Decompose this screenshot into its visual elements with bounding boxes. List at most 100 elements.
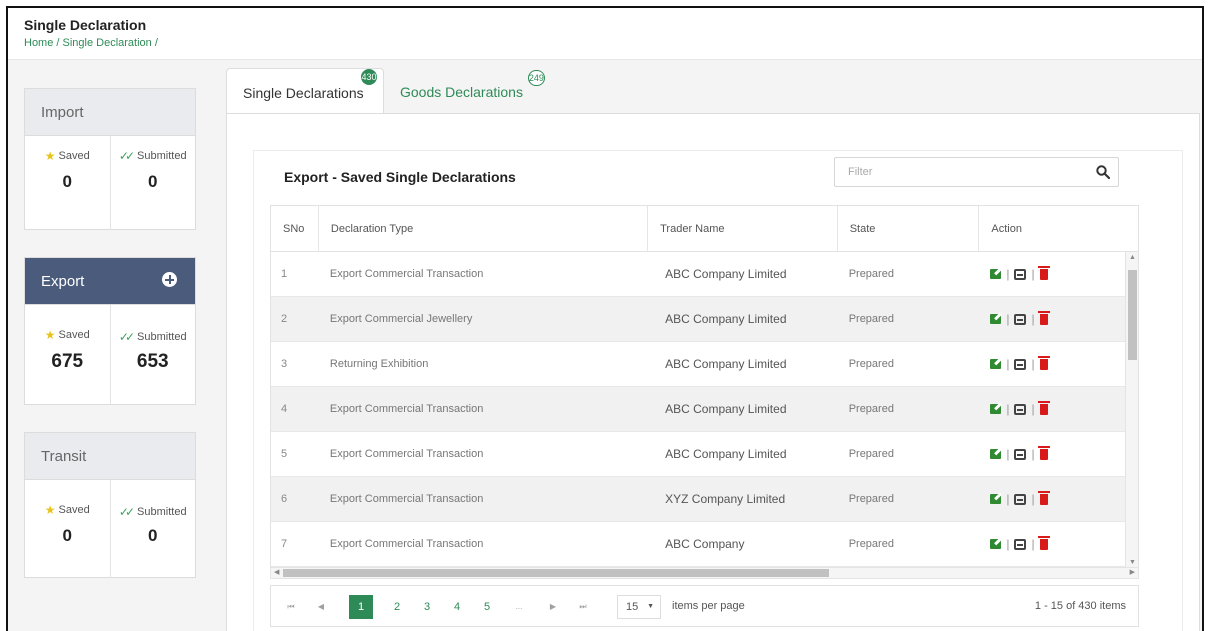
transit-saved[interactable]: ★ Saved 0 — [25, 480, 110, 578]
table-row[interactable]: 4 Export Commercial Transaction ABC Comp… — [271, 387, 1138, 432]
edit-icon[interactable] — [990, 404, 1002, 414]
edit-icon[interactable] — [990, 449, 1002, 459]
scroll-up-icon[interactable]: ▲ — [1129, 254, 1136, 261]
transit-card-header[interactable]: Transit — [25, 433, 195, 480]
page-button-more[interactable]: ... — [507, 595, 531, 619]
import-saved[interactable]: ★ Saved 0 — [25, 136, 110, 230]
horizontal-scrollbar[interactable]: ◀ ▶ — [270, 567, 1139, 579]
cell-trader-name: ABC Company Limited — [665, 312, 787, 326]
edit-icon[interactable] — [990, 539, 1002, 549]
table-row[interactable]: 5 Export Commercial Transaction ABC Comp… — [271, 432, 1138, 477]
breadcrumb[interactable]: Home / Single Declaration / — [24, 37, 158, 49]
table-row[interactable]: 3 Returning Exhibition ABC Company Limit… — [271, 342, 1138, 387]
horizontal-scroll-thumb[interactable] — [283, 569, 829, 577]
transit-card: Transit ★ Saved 0 ✓✓ Submitted 0 — [24, 432, 196, 578]
column-header-sno[interactable]: SNo — [271, 206, 318, 251]
scroll-right-icon[interactable]: ▶ — [1130, 568, 1135, 576]
action-separator: | — [1031, 447, 1035, 461]
delete-icon[interactable] — [1037, 535, 1050, 550]
page-size-select[interactable]: 15 ▼ — [617, 595, 661, 619]
delete-icon[interactable] — [1037, 355, 1050, 370]
search-icon[interactable] — [1096, 165, 1110, 179]
export-submitted[interactable]: ✓✓ Submitted 653 — [109, 305, 196, 405]
cell-declaration-type: Export Commercial Jewellery — [329, 313, 473, 325]
section-title: Export - Saved Single Declarations — [284, 169, 516, 185]
edit-icon[interactable] — [990, 494, 1002, 504]
page-button-2[interactable]: 2 — [385, 595, 409, 619]
print-icon[interactable] — [1014, 403, 1027, 415]
delete-icon[interactable] — [1037, 445, 1050, 460]
export-saved[interactable]: ★ Saved 675 — [25, 305, 110, 405]
submitted-label: Submitted — [137, 331, 187, 343]
page-button-4[interactable]: 4 — [445, 595, 469, 619]
column-header-trader-name[interactable]: Trader Name — [647, 206, 837, 251]
page-header: Single Declaration Home / Single Declara… — [8, 8, 1202, 60]
cell-sno: 4 — [281, 403, 288, 415]
table-row[interactable]: 1 Export Commercial Transaction ABC Comp… — [271, 252, 1138, 297]
pager-range-info: 1 - 15 of 430 items — [1034, 600, 1126, 612]
edit-icon[interactable] — [990, 269, 1002, 279]
action-separator: | — [1006, 312, 1010, 326]
import-card: Import ★ Saved 0 ✓✓ Submitted 0 — [24, 88, 196, 230]
print-icon[interactable] — [1014, 268, 1027, 280]
cell-trader-name: ABC Company Limited — [665, 267, 787, 281]
export-saved-count: 675 — [51, 351, 84, 372]
tab-bar: Single Declarations 430 Goods Declaratio… — [226, 68, 1202, 114]
cell-state: Prepared — [848, 448, 894, 460]
page-button-1[interactable]: 1 — [349, 595, 373, 619]
import-card-header[interactable]: Import — [25, 89, 195, 136]
column-header-state[interactable]: State — [836, 206, 979, 251]
print-icon[interactable] — [1014, 358, 1027, 370]
action-separator: | — [1031, 402, 1035, 416]
scroll-down-icon[interactable]: ▼ — [1129, 559, 1136, 566]
action-separator: | — [1006, 402, 1010, 416]
page-title: Single Declaration — [24, 17, 147, 33]
delete-icon[interactable] — [1037, 490, 1050, 505]
table-row[interactable]: 6 Export Commercial Transaction XYZ Comp… — [271, 477, 1138, 522]
tab-goods-declarations[interactable]: Goods Declarations 249 — [384, 68, 545, 114]
print-icon[interactable] — [1014, 538, 1027, 550]
table-header: SNo Declaration Type Trader Name State A… — [271, 206, 1138, 252]
print-icon[interactable] — [1014, 448, 1027, 460]
delete-icon[interactable] — [1037, 265, 1050, 280]
table-row[interactable]: 7 Export Commercial Transaction ABC Comp… — [271, 522, 1138, 567]
cell-actions: | | — [978, 432, 1138, 476]
cell-actions: | | — [978, 387, 1138, 431]
scroll-left-icon[interactable]: ◀ — [274, 568, 279, 576]
cell-actions: | | — [978, 522, 1138, 566]
tab-label: Single Declarations — [243, 85, 364, 101]
cell-trader-name: ABC Company — [665, 537, 745, 551]
delete-icon[interactable] — [1037, 400, 1050, 415]
tab-single-declarations[interactable]: Single Declarations 430 — [226, 68, 384, 114]
cell-actions: | | — [978, 477, 1138, 521]
edit-icon[interactable] — [990, 359, 1002, 369]
last-page-icon[interactable]: ⏭ — [571, 595, 595, 619]
prev-page-icon[interactable]: ◀ — [309, 595, 333, 619]
add-circle-icon[interactable] — [162, 272, 177, 287]
cell-state: Prepared — [848, 358, 894, 370]
edit-icon[interactable] — [990, 314, 1002, 324]
table-row[interactable]: 2 Export Commercial Jewellery ABC Compan… — [271, 297, 1138, 342]
print-icon[interactable] — [1014, 493, 1027, 505]
first-page-icon[interactable]: ⏮ — [279, 595, 303, 619]
tab-label: Goods Declarations — [400, 84, 523, 100]
transit-submitted[interactable]: ✓✓ Submitted 0 — [109, 480, 196, 578]
page-button-5[interactable]: 5 — [475, 595, 499, 619]
import-title: Import — [41, 104, 84, 121]
filter-input[interactable] — [835, 158, 1075, 186]
cell-state: Prepared — [848, 493, 894, 505]
column-header-declaration-type[interactable]: Declaration Type — [317, 206, 647, 251]
page-button-3[interactable]: 3 — [415, 595, 439, 619]
delete-icon[interactable] — [1037, 310, 1050, 325]
cell-trader-name: ABC Company Limited — [665, 402, 787, 416]
cell-sno: 5 — [281, 448, 288, 460]
saved-label: Saved — [58, 504, 90, 516]
action-separator: | — [1031, 312, 1035, 326]
export-card-header[interactable]: Export — [25, 258, 195, 305]
submitted-label: Submitted — [137, 506, 187, 518]
print-icon[interactable] — [1014, 313, 1027, 325]
vertical-scrollbar[interactable]: ▲ ▼ — [1125, 252, 1138, 568]
import-submitted[interactable]: ✓✓ Submitted 0 — [109, 136, 196, 230]
vertical-scroll-thumb[interactable] — [1128, 270, 1137, 360]
next-page-icon[interactable]: ▶ — [541, 595, 565, 619]
